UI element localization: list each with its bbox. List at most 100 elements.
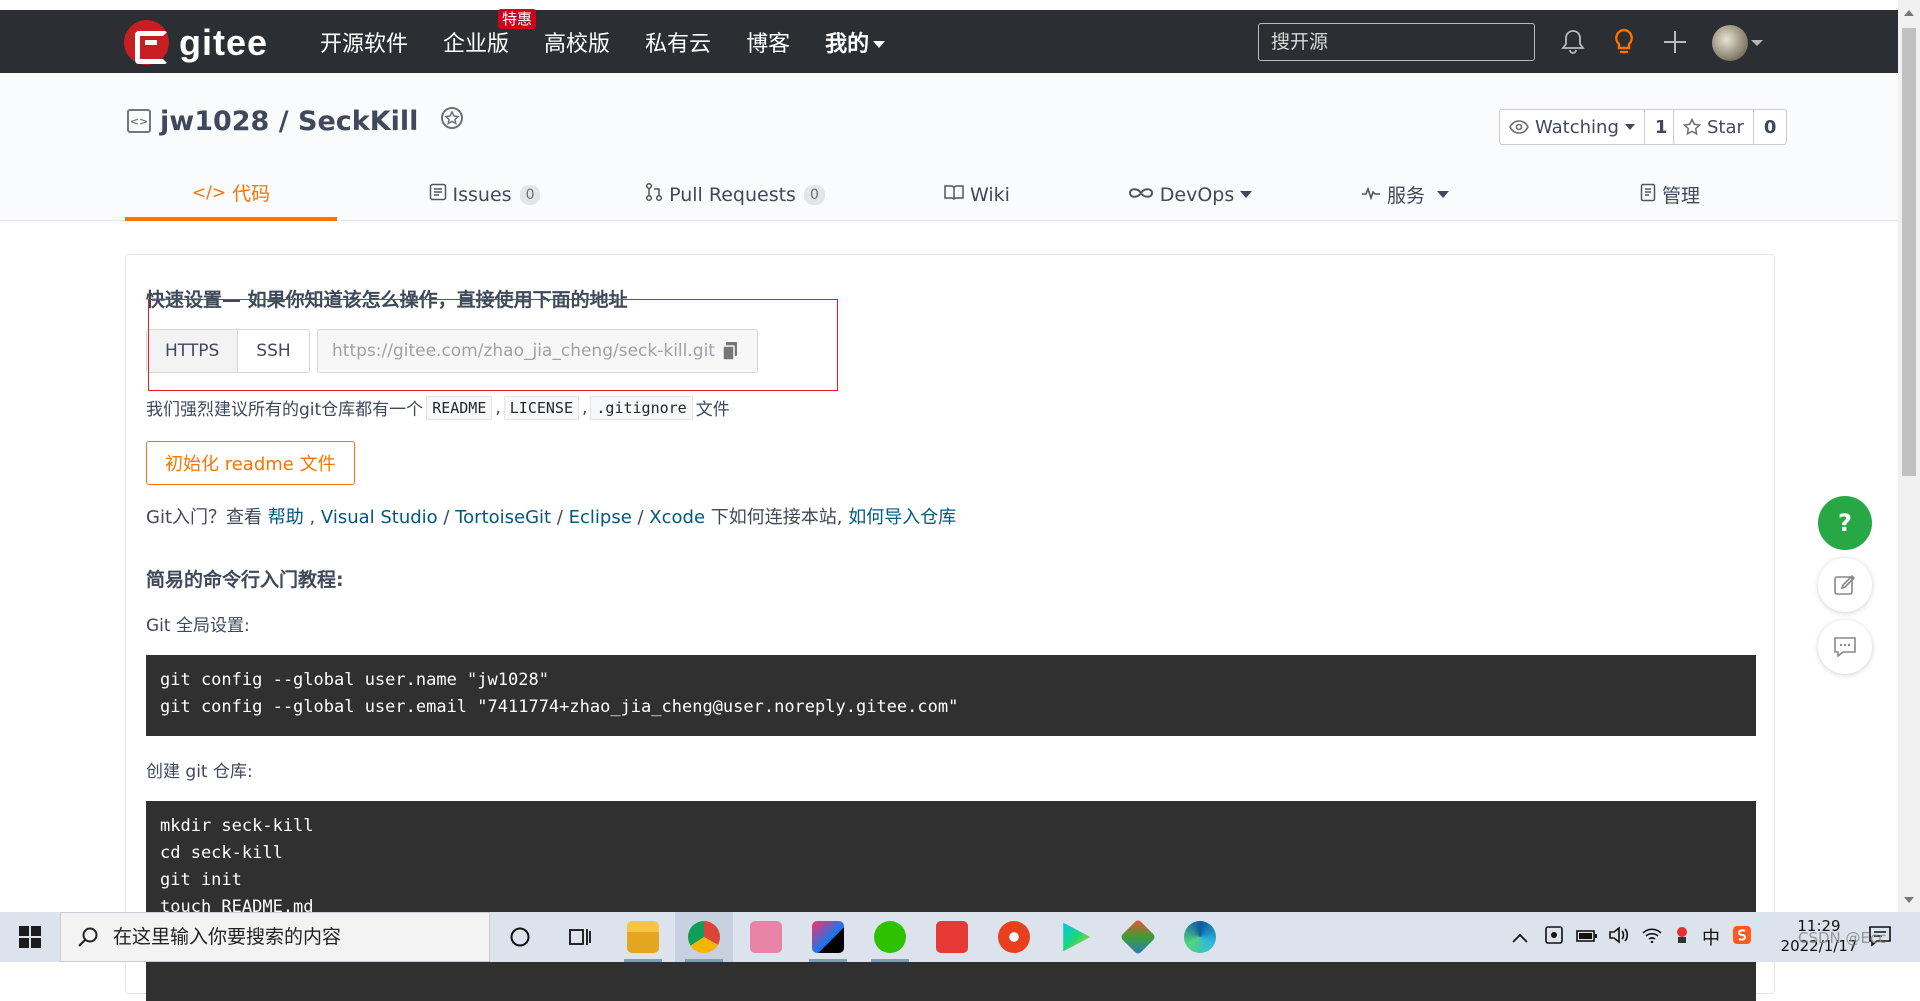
quick-setup-panel: 快速设置— 如果你知道该怎么操作，直接使用下面的地址 HTTPS SSH 我们强… [125,254,1775,1001]
recommend-badge-icon[interactable] [438,105,466,137]
license-code: LICENSE [503,395,579,420]
nav-university[interactable]: 高校版 [544,26,610,58]
feedback-edit-button[interactable] [1818,558,1872,612]
star-icon [1683,118,1701,136]
user-avatar[interactable] [1712,25,1748,61]
nav-open-source[interactable]: 开源软件 [320,26,408,58]
folder-icon [627,921,659,953]
taskbar-search-input[interactable] [113,926,473,948]
book-icon [944,184,964,205]
eclipse-link[interactable]: Eclipse [569,507,632,528]
tab-manage[interactable]: 管理 [1605,168,1735,221]
nav-mine[interactable]: 我的 [825,26,886,58]
tray-expand-icon[interactable] [1512,927,1528,948]
nav-private-cloud[interactable]: 私有云 [645,26,711,58]
https-button[interactable]: HTTPS [147,330,239,372]
watch-button[interactable]: Watching 1 [1499,109,1679,145]
caret-down-icon [1624,124,1635,130]
ssh-button[interactable]: SSH [238,330,308,372]
search-icon [78,927,98,947]
task-view-icon[interactable] [562,920,598,954]
top-navbar: gitee 开源软件 企业版 特惠 高校版 私有云 博客 我的 [0,8,1898,73]
tab-issues[interactable]: Issues 0 [407,168,562,221]
help-button[interactable]: ? [1818,496,1872,550]
tortoisegit-link[interactable]: TortoiseGit [455,507,551,528]
protocol-switch: HTTPS SSH [146,329,310,373]
tray-red-app-icon[interactable] [1674,925,1690,950]
tab-pull-requests[interactable]: Pull Requests 0 [625,168,845,221]
wechat-app[interactable] [861,912,919,962]
pull-request-icon [645,182,663,207]
tab-wiki-label: Wiki [970,183,1010,206]
wifi-icon[interactable] [1642,927,1662,948]
pr-count-badge: 0 [803,184,825,205]
star-main[interactable]: Star [1674,110,1754,144]
plus-icon[interactable] [1659,26,1691,58]
file-explorer-app[interactable] [614,912,672,962]
tab-services[interactable]: 服务 [1335,168,1475,221]
scroll-thumb[interactable] [1902,28,1916,476]
volume-icon[interactable] [1608,925,1630,949]
clone-url-input[interactable] [318,341,718,361]
cortana-icon[interactable] [502,920,538,954]
xcode-link[interactable]: Xcode [649,507,705,528]
copy-icon[interactable] [718,339,742,363]
chrome-app[interactable] [675,912,733,962]
windows-start-button[interactable] [0,912,60,962]
tab-code[interactable]: </> 代码 [125,168,337,221]
scroll-down-arrow-icon[interactable] [1904,897,1914,903]
sogou-icon[interactable] [1732,925,1752,950]
ime-indicator[interactable]: 中 [1702,924,1720,950]
eye-icon [1509,120,1529,134]
git-intro-middle: 下如何连接本站, [705,507,849,528]
tab-wiki[interactable]: Wiki [917,168,1037,221]
avatar-caret-icon[interactable] [1751,40,1763,46]
watch-main[interactable]: Watching [1500,110,1645,144]
tab-devops[interactable]: DevOps [1115,168,1265,221]
scroll-up-arrow-icon[interactable] [1904,10,1914,16]
system-tray: 中 [1512,912,1752,962]
tab-manage-label: 管理 [1661,185,1700,207]
lightbulb-icon[interactable] [1608,26,1640,58]
bell-icon[interactable] [1557,26,1589,58]
nav-enterprise[interactable]: 企业版 特惠 [443,8,537,58]
star-button[interactable]: Star 0 [1673,109,1788,145]
tab-code-label: 代码 [232,183,271,205]
intellij-icon [812,921,844,953]
cli-tutorial-title: 简易的命令行入门教程: [146,569,344,591]
create-repo-code[interactable]: mkdir seck-kill cd seck-kill git init to… [146,801,1756,1001]
caret-down-icon [1240,191,1253,198]
nav-blog[interactable]: 博客 [746,26,790,58]
global-config-code[interactable]: git config --global user.name "jw1028" g… [146,655,1756,736]
swirl-app[interactable] [985,912,1043,962]
git-gui-app[interactable] [1109,912,1167,962]
tray-app-icon[interactable] [1544,925,1564,950]
tab-services-label: 服务 [1386,185,1425,207]
page-scrollbar[interactable] [1898,0,1920,912]
video-player-app[interactable] [1047,912,1105,962]
bilibili-app[interactable] [737,912,795,962]
clone-url-field [317,329,758,373]
init-readme-button[interactable]: 初始化 readme 文件 [146,441,355,485]
nav-enterprise-label: 企业版 [443,31,510,57]
chat-button[interactable] [1818,620,1872,674]
create-repo-label: 创建 git 仓库: [146,762,253,782]
issues-icon [429,183,447,206]
star-count[interactable]: 0 [1754,110,1787,144]
repo-name[interactable]: jw1028 / SeckKill [160,106,418,137]
edge-app[interactable] [1171,912,1229,962]
gitee-logo[interactable]: gitee [124,20,268,65]
help-link[interactable]: 帮助 [268,507,304,528]
bilibili-icon [750,921,782,953]
import-repo-link[interactable]: 如何导入仓库 [848,507,956,528]
pulse-icon [1361,185,1381,205]
search-input[interactable] [1258,23,1535,61]
taskbar-search[interactable] [60,912,490,962]
intellij-app[interactable] [799,912,857,962]
wps-app[interactable] [923,912,981,962]
battery-icon[interactable] [1576,927,1598,948]
clipboard-icon [1640,182,1656,207]
visual-studio-link[interactable]: Visual Studio [321,507,438,528]
git-intro-text: Git入门？查看 帮助 , Visual Studio / TortoiseGi… [146,507,957,528]
suggestion-text: 我们强烈建议所有的git仓库都有一个 README, LICENSE, .git… [146,395,730,420]
